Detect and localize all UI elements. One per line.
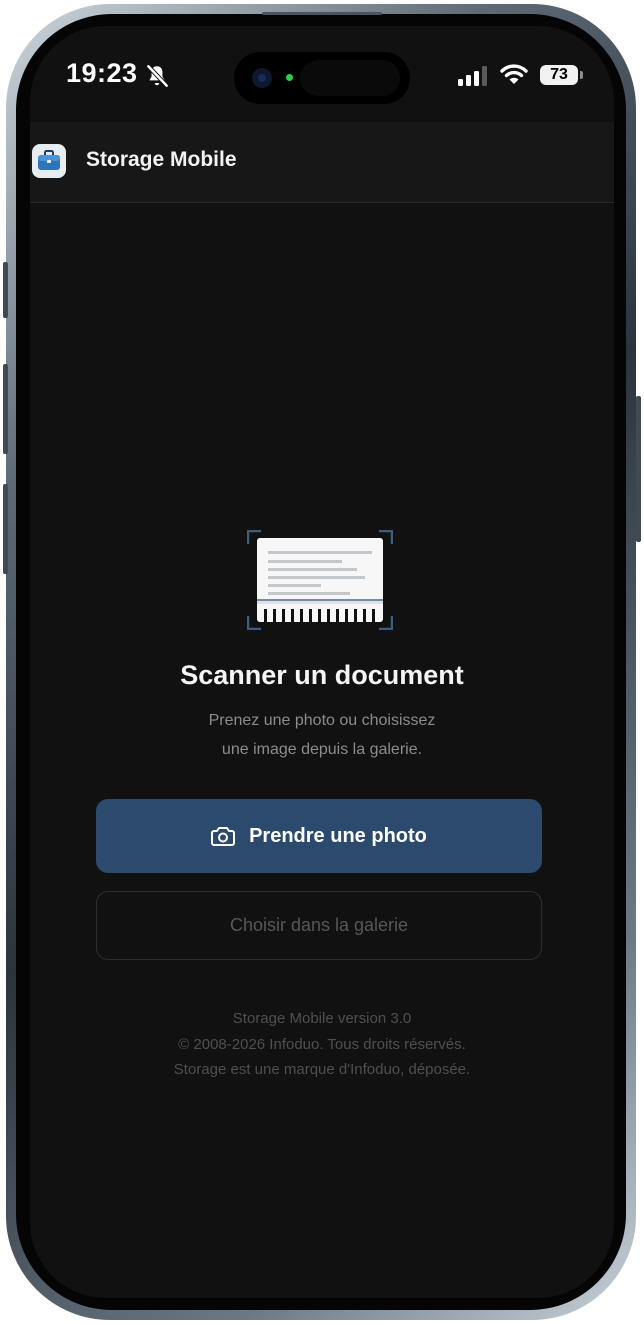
take-photo-button[interactable]: Prendre une photo xyxy=(96,799,542,873)
battery-level: 73 xyxy=(550,66,568,83)
trademark-text: Storage est une marque d'Infoduo, déposé… xyxy=(173,1061,471,1078)
wifi-icon xyxy=(500,64,528,84)
page-description: Prenez une photo ou choisissez une image… xyxy=(30,706,614,764)
battery-tip xyxy=(580,71,583,79)
copyright-text: © 2008-2026 Infoduo. Tous droits réservé… xyxy=(178,1035,466,1053)
volume-down-button[interactable] xyxy=(3,484,8,574)
document-scan-icon xyxy=(247,530,393,630)
volume-up-button[interactable] xyxy=(3,364,8,454)
cellular-signal-icon xyxy=(458,66,487,86)
app-header: Storage Mobile xyxy=(30,122,614,203)
action-button[interactable] xyxy=(3,262,8,318)
app-title: Storage Mobile xyxy=(86,148,237,171)
front-camera xyxy=(252,68,272,88)
camera-icon xyxy=(211,827,236,846)
phone-screen: 19:23 73 Storage Mobile Scanner un docum… xyxy=(30,26,614,1298)
footer: Storage Mobile version 3.0 © 2008-2026 I… xyxy=(30,1006,614,1083)
status-time: 19:23 xyxy=(66,58,138,88)
battery-indicator: 73 xyxy=(540,65,578,85)
choose-gallery-label: Choisir dans la galerie xyxy=(229,915,409,935)
page-title: Scanner un document xyxy=(180,660,464,690)
briefcase-icon[interactable] xyxy=(32,144,66,178)
choose-gallery-button[interactable]: Choisir dans la galerie xyxy=(96,891,542,960)
speaker-grille xyxy=(262,12,382,15)
take-photo-label: Prendre une photo xyxy=(249,824,427,847)
camera-indicator-dot xyxy=(286,74,293,81)
description-line-2: une image depuis la galerie. xyxy=(221,741,423,758)
power-button[interactable] xyxy=(636,396,641,542)
dynamic-island xyxy=(234,52,410,104)
bell-off-icon xyxy=(146,64,169,88)
island-sensor xyxy=(300,60,400,96)
version-text: Storage Mobile version 3.0 xyxy=(232,1010,412,1027)
description-line-1: Prenez une photo ou choisissez xyxy=(208,712,436,729)
